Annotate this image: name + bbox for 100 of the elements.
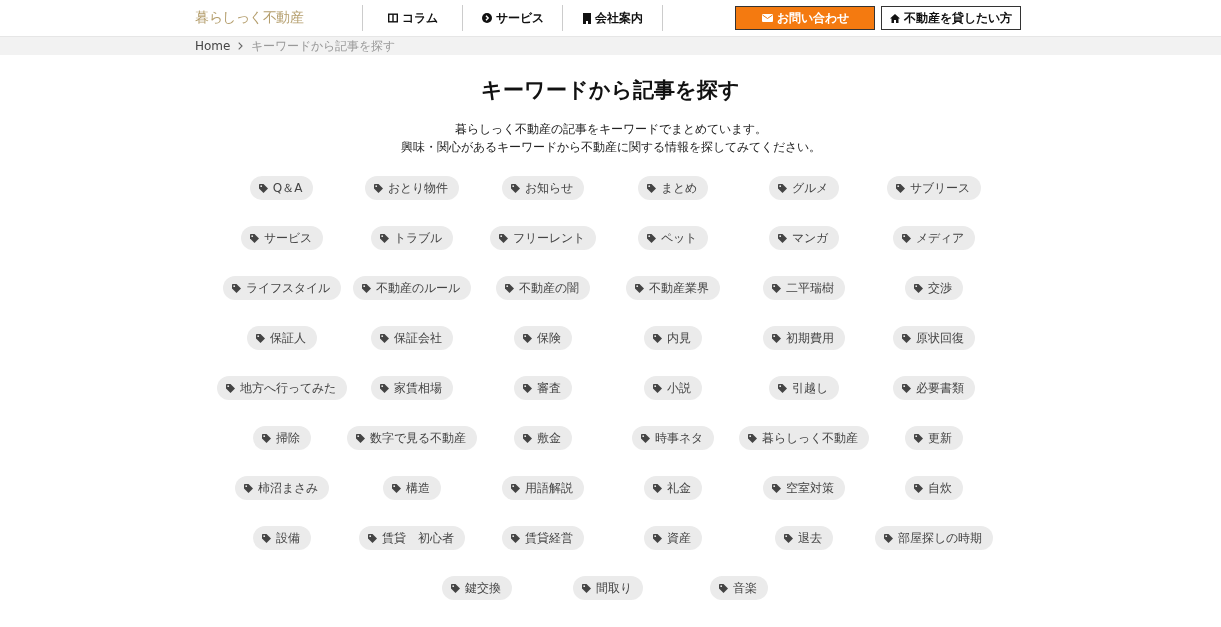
keyword-tag[interactable]: 更新: [905, 426, 964, 450]
tag-icon: [510, 483, 520, 493]
tag-icon: [771, 483, 781, 493]
keyword-tag[interactable]: 必要書類: [893, 376, 976, 400]
book-icon: [387, 13, 398, 23]
tag-icon: [777, 183, 787, 193]
page-title: キーワードから記事を探す: [480, 77, 741, 103]
keyword-tag[interactable]: 自炊: [905, 476, 964, 500]
keyword-tag[interactable]: Q＆A: [249, 176, 314, 200]
tag-icon: [261, 433, 271, 443]
tag-icon: [374, 183, 384, 193]
tag-icon: [380, 333, 390, 343]
home-icon: [890, 13, 900, 23]
tag-icon: [653, 333, 663, 343]
tag-icon: [225, 383, 235, 393]
keyword-tag[interactable]: 内見: [644, 326, 703, 350]
keyword-tag[interactable]: トラブル: [371, 226, 454, 250]
keyword-tag[interactable]: 音楽: [709, 576, 768, 600]
tag-icon: [771, 283, 781, 293]
keyword-tag[interactable]: 保険: [513, 326, 572, 350]
keyword-tag[interactable]: 敷金: [513, 426, 572, 450]
breadcrumb-current: キーワードから記事を探す: [251, 37, 396, 55]
tag-icon: [777, 383, 787, 393]
keyword-tag[interactable]: 不動産業界: [626, 276, 721, 300]
tag-icon: [380, 383, 390, 393]
chevron-icon: [238, 42, 244, 50]
keyword-tag[interactable]: 原状回復: [893, 326, 976, 350]
keyword-tag[interactable]: 退去: [774, 526, 833, 550]
keyword-tag[interactable]: 用語解説: [501, 476, 584, 500]
keyword-tag[interactable]: 家賃相場: [371, 376, 454, 400]
keyword-tag[interactable]: マンガ: [768, 226, 839, 250]
keyword-tag[interactable]: 間取り: [573, 576, 643, 600]
tag-icon: [498, 233, 508, 243]
keyword-tag[interactable]: グルメ: [768, 176, 839, 200]
tag-icon: [451, 583, 461, 593]
nav-link[interactable]: サービス: [463, 5, 563, 31]
description-text: 興味・関心があるキーワードから不動産に関する情報を探してみてください。: [399, 139, 822, 156]
header-button[interactable]: 不動産を貸したい方: [881, 6, 1021, 30]
tag-icon: [647, 233, 657, 243]
arrow-circle-icon: [481, 13, 492, 23]
tag-icon: [635, 283, 645, 293]
tag-icon: [231, 283, 241, 293]
tag-icon: [641, 433, 651, 443]
keyword-tag[interactable]: 時事ネタ: [632, 426, 715, 450]
keyword-tag[interactable]: 審査: [513, 376, 572, 400]
keyword-tag[interactable]: サブリース: [887, 176, 982, 200]
tag-icon: [914, 483, 924, 493]
keyword-tag[interactable]: 小説: [644, 376, 703, 400]
keyword-tag[interactable]: フリーレント: [489, 226, 596, 250]
keyword-tag[interactable]: 地方へ行ってみた: [216, 376, 347, 400]
keyword-tag[interactable]: サービス: [240, 226, 323, 250]
tag-icon: [896, 183, 906, 193]
keyword-tag[interactable]: 不動産のルール: [353, 276, 472, 300]
keyword-tag[interactable]: 二平瑞樹: [762, 276, 845, 300]
keyword-tag[interactable]: 空室対策: [762, 476, 845, 500]
keyword-tag[interactable]: 交渉: [905, 276, 964, 300]
tag-icon: [884, 533, 894, 543]
tag-icon: [249, 233, 259, 243]
tag-icon: [902, 333, 912, 343]
keyword-tag[interactable]: 引越し: [768, 376, 839, 400]
tag-icon: [747, 433, 757, 443]
keyword-tag[interactable]: 礼金: [644, 476, 703, 500]
breadcrumb-link[interactable]: Home: [195, 39, 231, 53]
keyword-tag[interactable]: ライフスタイル: [222, 276, 341, 300]
tag-icon: [255, 333, 265, 343]
building-icon: [582, 12, 591, 24]
keyword-tag[interactable]: 賃貸経営: [501, 526, 584, 550]
keyword-tag[interactable]: 暮らしっく不動産: [738, 426, 869, 450]
keyword-tag[interactable]: お知らせ: [501, 176, 584, 200]
tag-icon: [914, 433, 924, 443]
tag-icon: [783, 533, 793, 543]
tag-icon: [653, 483, 663, 493]
tag-icon: [914, 283, 924, 293]
keyword-tag[interactable]: 保証人: [246, 326, 317, 350]
tag-icon: [258, 183, 268, 193]
keyword-tag[interactable]: 鍵交換: [442, 576, 513, 600]
keyword-tag[interactable]: 構造: [383, 476, 442, 500]
keyword-tag[interactable]: 掃除: [252, 426, 311, 450]
keyword-tag[interactable]: ペット: [638, 226, 709, 250]
keyword-tag[interactable]: 不動産の闇: [495, 276, 590, 300]
keyword-tag[interactable]: 資産: [644, 526, 703, 550]
tag-icon: [243, 483, 253, 493]
keyword-tag[interactable]: 部屋探しの時期: [875, 526, 994, 550]
keyword-tag[interactable]: 柿沼まさみ: [234, 476, 329, 500]
keyword-tag[interactable]: まとめ: [638, 176, 709, 200]
keyword-tag[interactable]: 初期費用: [762, 326, 845, 350]
nav-link[interactable]: 会社案内: [563, 5, 663, 31]
tag-icon: [771, 333, 781, 343]
keyword-tag[interactable]: メディア: [893, 226, 976, 250]
tag-icon: [356, 433, 366, 443]
tag-icon: [582, 583, 591, 593]
keyword-tag[interactable]: 設備: [252, 526, 311, 550]
tag-icon: [368, 533, 378, 543]
keyword-tag[interactable]: 保証会社: [371, 326, 454, 350]
tag-icon: [380, 233, 390, 243]
tag-icon: [522, 383, 532, 393]
nav-link[interactable]: コラム: [363, 5, 463, 31]
keyword-tag[interactable]: 賃貸 初心者: [359, 526, 466, 550]
keyword-tag[interactable]: おとり物件: [365, 176, 460, 200]
keyword-tag[interactable]: 数字で見る不動産: [347, 426, 478, 450]
